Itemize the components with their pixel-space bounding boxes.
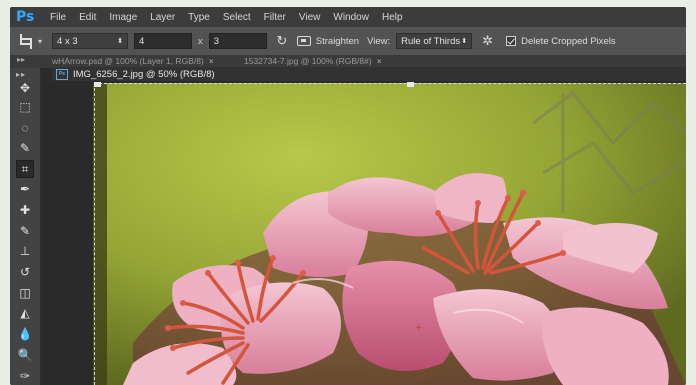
clone-stamp-tool-icon[interactable]: ⊥ [16,242,34,260]
rotate-icon[interactable]: ↻ [275,34,289,48]
panel-grip-icon[interactable]: ▸▸ [16,70,26,79]
brush-tool-icon[interactable]: ✎ [16,222,34,240]
tab-label: wHArrow.psd @ 100% (Layer 1, RGB/8) [52,56,204,66]
tools-panel: ▸▸ ✥ ⬚ ◌ ✎ ⌗ ✒ ✚ ✎ ⊥ ↺ ◫ ◭ 💧 🔍 ✑ [10,68,41,385]
close-icon[interactable]: × [377,56,382,66]
view-label: View: [367,35,391,47]
menu-view[interactable]: View [299,12,321,23]
crop-icon [18,34,32,49]
menu-file[interactable]: File [50,12,66,23]
menu-type[interactable]: Type [188,12,210,23]
tab-label: 1532734-7.jpg @ 100% (RGB/8#) [244,56,372,66]
crop-handle-top-center[interactable] [407,82,414,87]
pen-tool-icon[interactable]: ✑ [16,367,34,385]
close-icon[interactable]: × [209,56,214,66]
menu-layer[interactable]: Layer [150,12,175,23]
healing-brush-tool-icon[interactable]: ✚ [16,201,34,219]
menu-select[interactable]: Select [223,12,251,23]
crop-handle-top-left[interactable] [94,82,101,87]
ratio-preset-value: 4 x 3 [57,35,78,47]
chevron-updown-icon: ⬍ [461,38,468,45]
pasteboard [41,81,93,385]
collapse-arrows-icon[interactable]: ▸▸ [17,56,25,64]
menu-window[interactable]: Window [333,12,369,23]
dodge-tool-icon[interactable]: 🔍 [16,346,34,364]
blur-tool-icon[interactable]: 💧 [16,325,34,343]
crop-tool-icon[interactable]: ⌗ [16,160,34,178]
dimension-separator: x [198,35,203,47]
chevron-updown-icon: ⬍ [117,38,124,45]
delete-cropped-pixels-checkbox[interactable] [506,36,517,46]
paint-bucket-tool-icon[interactable]: ◭ [16,304,34,322]
eraser-tool-icon[interactable]: ◫ [16,284,34,302]
crop-width-input[interactable]: 4 [134,33,193,49]
delete-cropped-pixels-label: Delete Cropped Pixels [521,35,616,47]
overlay-view-value: Rule of Thirds [401,35,461,47]
crop-frame[interactable] [94,83,686,385]
tab-warrow[interactable]: wHArrow.psd @ 100% (Layer 1, RGB/8) × [52,56,214,66]
crop-height-input[interactable]: 3 [208,33,267,49]
options-bar: ▾ 4 x 3 ⬍ 4 x 3 ↻ Straighten View: Rule … [10,27,686,56]
menu-help[interactable]: Help [382,12,403,23]
document-icon: Ps [56,68,68,80]
photoshop-window: Ps File Edit Image Layer Type Select Fil… [10,7,686,385]
document-title: IMG_6256_2.jpg @ 50% (RGB/8) [73,68,215,80]
tab-1532734[interactable]: 1532734-7.jpg @ 100% (RGB/8#) × [244,56,382,66]
menu-bar: Ps File Edit Image Layer Type Select Fil… [10,7,686,27]
tool-preset-picker[interactable]: ▾ [18,34,43,49]
move-tool-icon[interactable]: ✥ [16,79,34,97]
overlay-view-select[interactable]: Rule of Thirds ⬍ [396,33,473,49]
straighten-button[interactable]: Straighten [296,35,360,47]
menu-edit[interactable]: Edit [79,12,96,23]
marquee-tool-icon[interactable]: ⬚ [16,98,34,116]
history-brush-tool-icon[interactable]: ↺ [16,263,34,281]
app-logo: Ps [16,9,35,25]
menu-image[interactable]: Image [109,12,137,23]
gear-icon[interactable]: ✲ [482,34,496,48]
straighten-label: Straighten [315,35,360,47]
level-icon [296,36,311,46]
ratio-preset-select[interactable]: 4 x 3 ⬍ [52,33,129,49]
lasso-tool-icon[interactable]: ◌ [16,119,34,137]
quick-selection-tool-icon[interactable]: ✎ [16,139,34,157]
eyedropper-tool-icon[interactable]: ✒ [16,180,34,198]
chevron-down-icon: ▾ [38,36,43,46]
menu-filter[interactable]: Filter [264,12,286,23]
active-document-title-bar[interactable]: Ps IMG_6256_2.jpg @ 50% (RGB/8) [52,67,686,81]
